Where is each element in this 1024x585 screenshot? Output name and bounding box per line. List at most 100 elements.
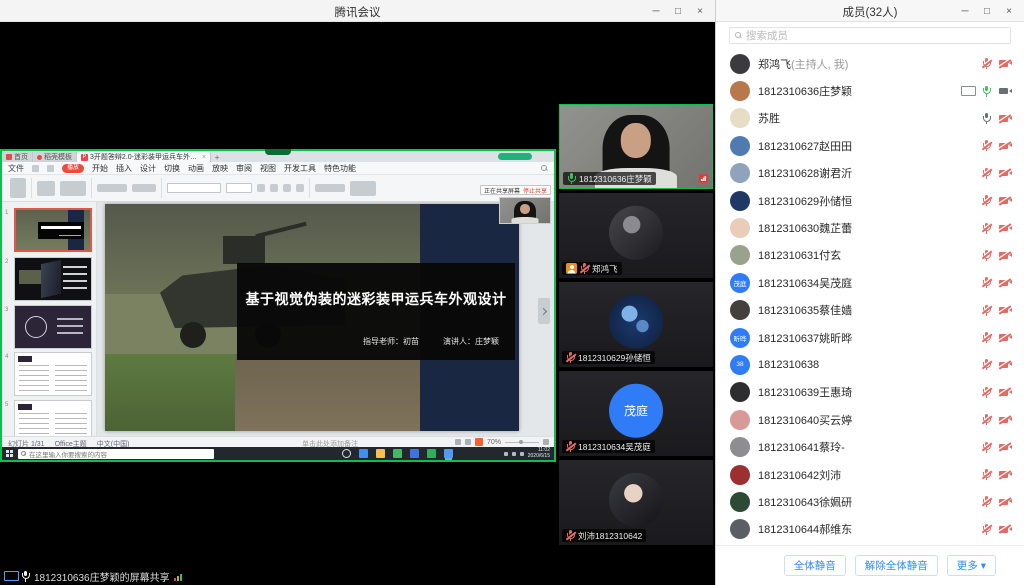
wechat-icon[interactable] [393, 449, 402, 458]
member-row[interactable]: 1812310641蔡玲- [716, 433, 1024, 460]
slideshow-play-button[interactable]: 播放 [62, 164, 84, 173]
camera-off-icon[interactable] [999, 388, 1012, 397]
wps-menu-item-插入[interactable]: 插入 [116, 163, 132, 174]
member-row[interactable]: 1812310640买云婷 [716, 406, 1024, 433]
ribbon-input[interactable] [226, 183, 252, 193]
slide-thumbnail[interactable] [14, 257, 92, 301]
slide-thumbnail[interactable] [14, 208, 92, 252]
mic-muted-icon[interactable] [982, 496, 991, 507]
member-row[interactable]: 苏胜 [716, 105, 1024, 132]
wps-menu-item-切换[interactable]: 切换 [164, 163, 180, 174]
member-row[interactable]: 1812310631付玄 [716, 242, 1024, 269]
member-row[interactable]: 1812310639王惠琦 [716, 379, 1024, 406]
ribbon-button[interactable] [97, 184, 127, 192]
normal-view-icon[interactable] [455, 439, 461, 445]
slide-thumbnail[interactable] [14, 400, 92, 436]
member-row[interactable]: 1812310643徐姵研 [716, 488, 1024, 515]
mic-muted-icon[interactable] [982, 524, 991, 535]
ribbon-input[interactable] [167, 183, 221, 193]
next-slide-button[interactable] [538, 298, 550, 324]
undo-icon[interactable] [47, 165, 54, 172]
maximize-button[interactable]: □ [667, 0, 689, 22]
find-command-icon[interactable] [541, 165, 548, 172]
camera-off-icon[interactable] [999, 196, 1012, 205]
wps-menu-item-开始[interactable]: 开始 [92, 163, 108, 174]
ribbon-button[interactable] [60, 181, 86, 196]
mic-muted-icon[interactable] [982, 58, 991, 69]
unmute-all-button[interactable]: 解除全体静音 [855, 555, 938, 576]
camera-off-icon[interactable] [999, 497, 1012, 506]
screen-share-view[interactable]: 首页 稻壳模板 P 3开题答辩2.0-迷彩装甲运兵车外观设计.pptx × + [0, 149, 556, 462]
mic-muted-icon[interactable] [982, 250, 991, 261]
wps-docer-tab[interactable]: 稻壳模板 [33, 152, 77, 162]
member-row[interactable]: 1812310629孙储恒 [716, 187, 1024, 214]
edge-icon[interactable] [359, 449, 368, 458]
share-toolbar-notch[interactable] [265, 149, 291, 155]
member-row[interactable]: 茂庭1812310634吴茂庭 [716, 269, 1024, 296]
wps-menu-item-特色功能[interactable]: 特色功能 [324, 163, 356, 174]
tray-icon[interactable] [520, 452, 524, 456]
camera-off-icon[interactable] [999, 224, 1012, 233]
mic-muted-icon[interactable] [982, 305, 991, 316]
slide-thumbnail[interactable] [14, 305, 92, 349]
fit-slide-icon[interactable] [543, 439, 549, 445]
video-tile[interactable]: 茂庭1812310634吴茂庭 [559, 371, 713, 456]
ribbon-button[interactable] [350, 181, 376, 196]
video-tile[interactable]: 1812310629孙储恒 [559, 282, 713, 367]
member-row[interactable]: 1812310635蔡佳嫱 [716, 297, 1024, 324]
close-button[interactable]: × [998, 0, 1020, 22]
ribbon-button[interactable] [270, 184, 278, 192]
camera-off-icon[interactable] [999, 415, 1012, 424]
mic-muted-icon[interactable] [982, 387, 991, 398]
mic-muted-icon[interactable] [982, 442, 991, 453]
mic-muted-icon[interactable] [982, 414, 991, 425]
qq-icon[interactable] [410, 449, 419, 458]
wps-menu-item-放映[interactable]: 放映 [212, 163, 228, 174]
close-button[interactable]: × [689, 0, 711, 22]
wps-menu-item-设计[interactable]: 设计 [140, 163, 156, 174]
save-icon[interactable] [32, 165, 39, 172]
screen-share-icon[interactable] [961, 86, 974, 96]
camera-off-icon[interactable] [999, 114, 1012, 123]
mic-muted-icon[interactable] [982, 195, 991, 206]
ribbon-button[interactable] [296, 184, 304, 192]
video-tile[interactable]: 1812310636庄梦颖 [559, 104, 713, 189]
cortana-icon[interactable] [342, 449, 351, 458]
camera-off-icon[interactable] [999, 333, 1012, 342]
wps-document-tab[interactable]: P 3开题答辩2.0-迷彩装甲运兵车外观设计.pptx × [77, 152, 211, 162]
app-green-icon[interactable] [427, 449, 436, 458]
member-search-input[interactable] [746, 30, 1010, 42]
camera-off-icon[interactable] [999, 278, 1012, 287]
slideshow-view-icon[interactable] [475, 438, 483, 446]
mic-muted-icon[interactable] [982, 277, 991, 288]
tray-icon[interactable] [504, 452, 508, 456]
wps-menu-item-开发工具[interactable]: 开发工具 [284, 163, 316, 174]
mic-muted-icon[interactable] [982, 359, 991, 370]
file-explorer-icon[interactable] [376, 449, 385, 458]
sorter-view-icon[interactable] [465, 439, 471, 445]
mic-muted-icon[interactable] [982, 140, 991, 151]
member-row[interactable]: 381812310638 [716, 351, 1024, 378]
camera-off-icon[interactable] [999, 169, 1012, 178]
wps-account-pill[interactable] [498, 153, 532, 160]
minimize-button[interactable]: ─ [645, 0, 667, 22]
taskbar-clock[interactable]: 11:02 2020/6/15 [528, 448, 550, 459]
tray-icon[interactable] [512, 452, 516, 456]
camera-icon[interactable] [999, 87, 1012, 96]
camera-off-icon[interactable] [999, 525, 1012, 534]
ribbon-button[interactable] [283, 184, 291, 192]
member-row[interactable]: 郑鸿飞(主持人, 我) [716, 50, 1024, 77]
video-tile[interactable]: 刘沛1812310642 [559, 460, 713, 545]
zoom-slider[interactable] [505, 442, 539, 443]
camera-off-icon[interactable] [999, 306, 1012, 315]
wps-menu-item-审阅[interactable]: 审阅 [236, 163, 252, 174]
ribbon-button[interactable] [257, 184, 265, 192]
tab-close-icon[interactable]: × [202, 154, 206, 161]
camera-off-icon[interactable] [999, 141, 1012, 150]
new-tab-button[interactable]: + [211, 153, 223, 162]
mic-muted-icon[interactable] [982, 469, 991, 480]
taskbar-search[interactable]: 在这里输入你要搜索的内容 [18, 449, 214, 459]
member-row[interactable]: 1812310627赵田田 [716, 132, 1024, 159]
member-row[interactable]: 昕晔1812310637姚昕晔 [716, 324, 1024, 351]
slide-thumbnail[interactable] [14, 352, 92, 396]
